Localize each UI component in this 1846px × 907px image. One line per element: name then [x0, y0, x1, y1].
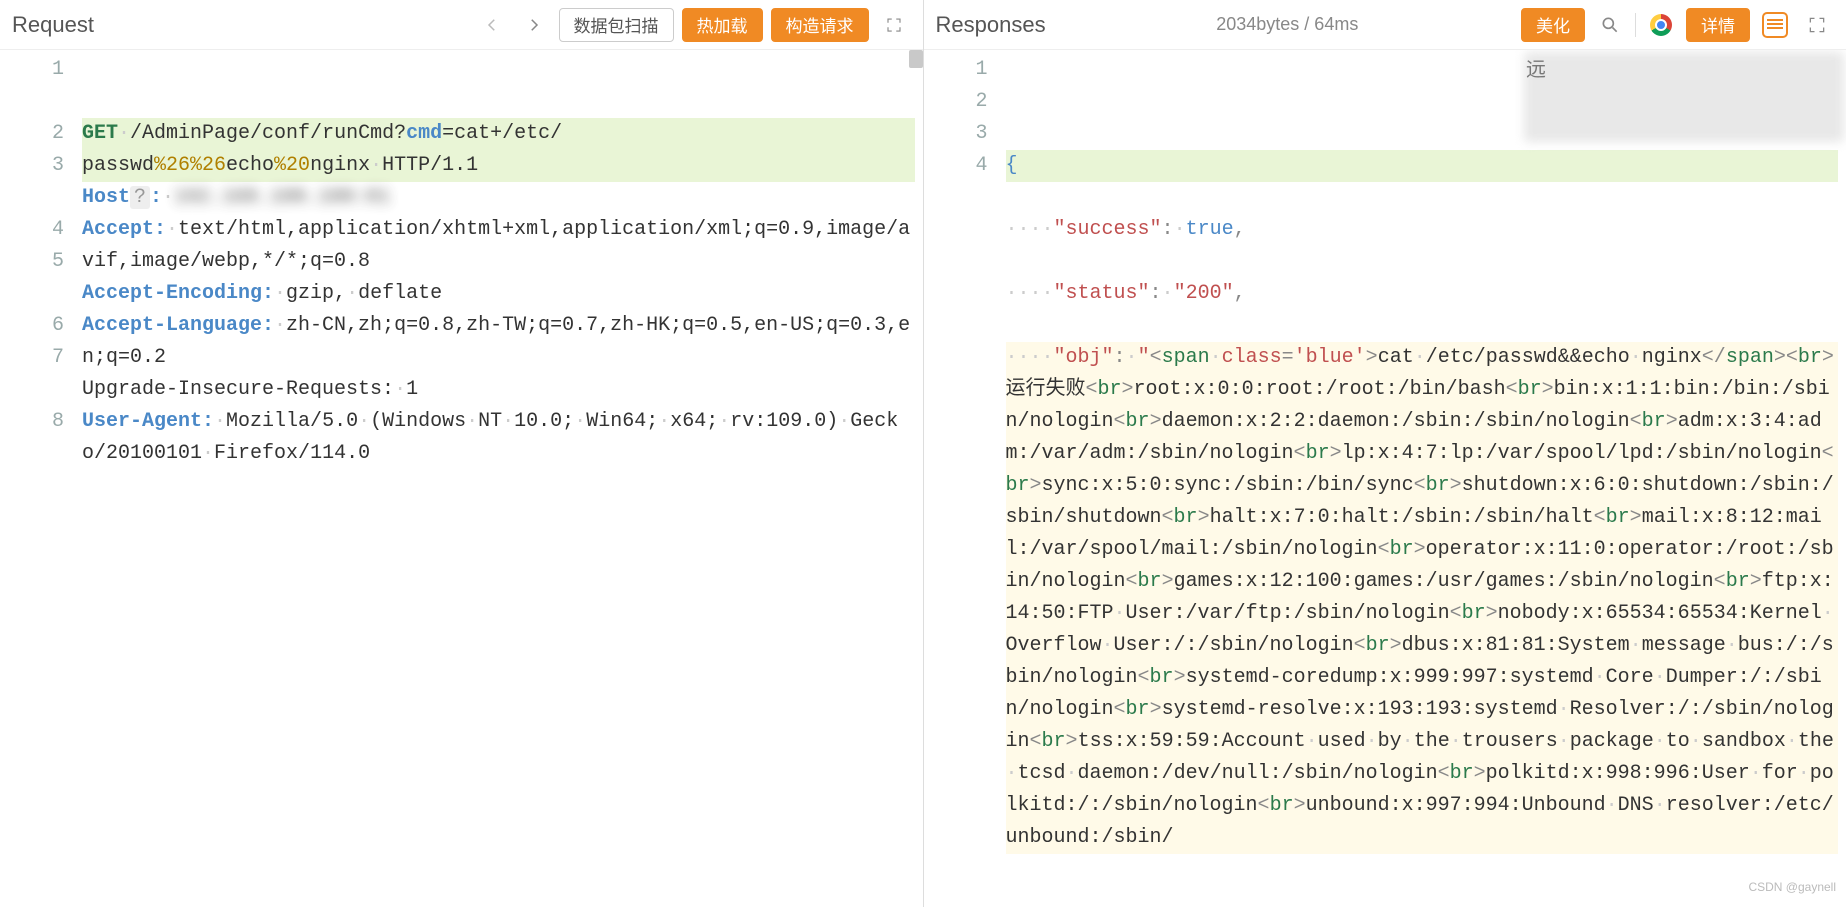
response-info: 2034bytes / 64ms: [1216, 14, 1358, 35]
next-button[interactable]: [517, 8, 551, 42]
chrome-icon[interactable]: [1644, 8, 1678, 42]
http-method: GET: [82, 122, 118, 145]
redacted-overlay: [1524, 52, 1844, 142]
response-panel: Responses 2034bytes / 64ms 美化 详情 1234 远 …: [924, 0, 1846, 907]
expand-icon[interactable]: [877, 8, 911, 42]
scrollbar-thumb[interactable]: [909, 50, 923, 68]
details-button[interactable]: 详情: [1686, 8, 1750, 42]
expand-wide-icon[interactable]: [1800, 8, 1834, 42]
response-code[interactable]: 远 { ····"success":·true, ····"status":·"…: [1006, 50, 1846, 907]
request-toolbar: Request 数据包扫描 热加载 构造请求: [0, 0, 923, 50]
response-editor[interactable]: 1234 远 { ····"success":·true, ····"statu…: [924, 50, 1846, 907]
prev-button[interactable]: [475, 8, 509, 42]
host-header: Host: [82, 186, 130, 209]
scan-button[interactable]: 数据包扫描: [559, 8, 674, 42]
hotload-button[interactable]: 热加载: [682, 8, 763, 42]
host-value-redacted: 192.168.100.100:81: [174, 186, 390, 209]
construct-button[interactable]: 构造请求: [771, 8, 869, 42]
beautify-button[interactable]: 美化: [1521, 8, 1585, 42]
response-gutter: 1234: [924, 50, 1006, 907]
request-code[interactable]: GET·/AdminPage/conf/runCmd?cmd=cat+/etc/…: [82, 50, 923, 907]
search-icon[interactable]: [1593, 8, 1627, 42]
watermark: CSDN @gaynell: [1748, 871, 1836, 903]
request-editor[interactable]: 1 23 45 67 8 GET·/AdminPage/conf/runCmd?…: [0, 50, 923, 907]
request-panel: Request 数据包扫描 热加载 构造请求 1 23 45 67 8 GET·…: [0, 0, 924, 907]
response-toolbar: Responses 2034bytes / 64ms 美化 详情: [924, 0, 1846, 50]
request-title: Request: [12, 12, 94, 38]
request-gutter: 1 23 45 67 8: [0, 50, 82, 907]
response-title: Responses: [936, 12, 1046, 38]
comment-icon[interactable]: [1758, 8, 1792, 42]
